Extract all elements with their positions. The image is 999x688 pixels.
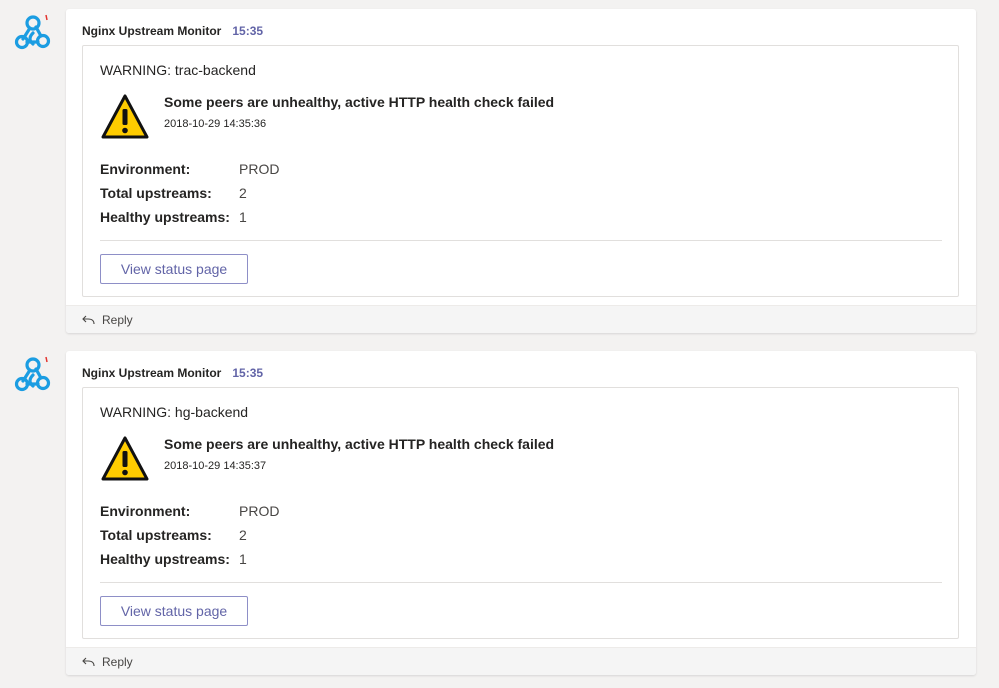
fact-value: 2 bbox=[239, 527, 247, 543]
message-header: Nginx Upstream Monitor 15:35 bbox=[82, 22, 263, 40]
view-status-page-button[interactable]: View status page bbox=[100, 596, 248, 626]
fact-set: Environment: PROD Total upstreams: 2 Hea… bbox=[100, 499, 279, 571]
fact-key: Environment: bbox=[100, 161, 191, 177]
fact-row: Environment: PROD bbox=[100, 499, 279, 523]
sender-name[interactable]: Nginx Upstream Monitor bbox=[82, 366, 221, 380]
message-card-container: Nginx Upstream Monitor 15:35 WARNING: tr… bbox=[66, 9, 976, 333]
fact-row: Total upstreams: 2 bbox=[100, 523, 279, 547]
fact-value: 1 bbox=[239, 551, 247, 567]
fact-row: Environment: PROD bbox=[100, 157, 279, 181]
bot-avatar-icon[interactable] bbox=[12, 353, 54, 395]
fact-set: Environment: PROD Total upstreams: 2 Hea… bbox=[100, 157, 279, 229]
fact-value: PROD bbox=[239, 503, 280, 519]
reply-button[interactable]: Reply bbox=[66, 305, 976, 333]
reply-label: Reply bbox=[102, 312, 133, 327]
fact-value: 1 bbox=[239, 209, 247, 225]
alert-timestamp: 2018-10-29 14:35:36 bbox=[164, 118, 267, 130]
fact-value: 2 bbox=[239, 185, 247, 201]
reply-arrow-icon bbox=[81, 655, 97, 669]
alert-title: Some peers are unhealthy, active HTTP he… bbox=[164, 94, 555, 110]
fact-key: Total upstreams: bbox=[100, 185, 212, 201]
message-time: 15:35 bbox=[232, 366, 264, 380]
fact-key: Total upstreams: bbox=[100, 527, 212, 543]
alert-timestamp: 2018-10-29 14:35:37 bbox=[164, 460, 267, 472]
card-title: WARNING: trac-backend bbox=[100, 62, 256, 78]
card-title: WARNING: hg-backend bbox=[100, 404, 249, 420]
fact-key: Healthy upstreams: bbox=[100, 551, 230, 567]
fact-value: PROD bbox=[239, 161, 280, 177]
card-divider bbox=[100, 240, 942, 241]
reply-button[interactable]: Reply bbox=[66, 647, 976, 675]
alert-title: Some peers are unhealthy, active HTTP he… bbox=[164, 436, 555, 452]
warning-triangle-icon bbox=[100, 434, 150, 484]
fact-row: Healthy upstreams: 1 bbox=[100, 205, 279, 229]
message-time: 15:35 bbox=[232, 24, 264, 38]
fact-key: Healthy upstreams: bbox=[100, 209, 230, 225]
fact-key: Environment: bbox=[100, 503, 191, 519]
fact-row: Healthy upstreams: 1 bbox=[100, 547, 279, 571]
reply-arrow-icon bbox=[81, 313, 97, 327]
adaptive-card: WARNING: hg-backend Some peers are unhea… bbox=[82, 387, 959, 639]
sender-name[interactable]: Nginx Upstream Monitor bbox=[82, 24, 221, 38]
reply-label: Reply bbox=[102, 654, 133, 669]
adaptive-card: WARNING: trac-backend Some peers are unh… bbox=[82, 45, 959, 297]
fact-row: Total upstreams: 2 bbox=[100, 181, 279, 205]
bot-avatar-icon[interactable] bbox=[12, 11, 54, 53]
message-header: Nginx Upstream Monitor 15:35 bbox=[82, 364, 263, 382]
message-card-container: Nginx Upstream Monitor 15:35 WARNING: hg… bbox=[66, 351, 976, 675]
warning-triangle-icon bbox=[100, 92, 150, 142]
card-divider bbox=[100, 582, 942, 583]
view-status-page-button[interactable]: View status page bbox=[100, 254, 248, 284]
